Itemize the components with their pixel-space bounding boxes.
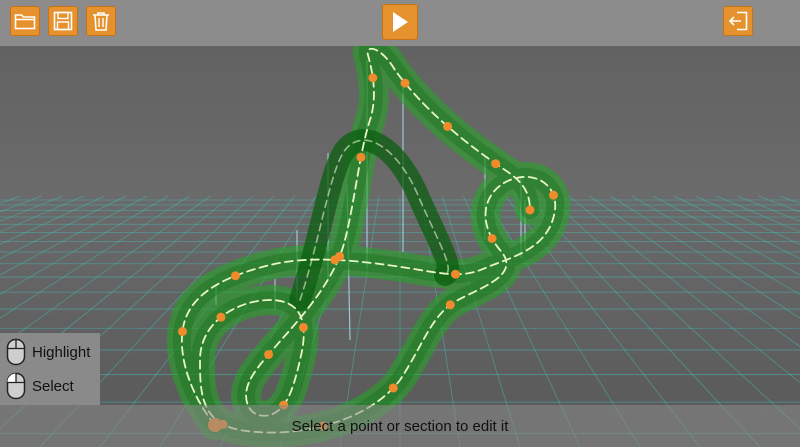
mouse-controls-legend: Highlight Select (0, 333, 100, 405)
control-point[interactable] (230, 271, 240, 281)
control-point[interactable] (451, 269, 461, 279)
trash-icon (93, 12, 109, 31)
control-point[interactable] (445, 300, 455, 310)
top-toolbar (0, 0, 800, 46)
control-point[interactable] (216, 312, 226, 322)
legend-select-label: Select (32, 377, 74, 395)
legend-highlight: Highlight (6, 337, 90, 367)
floppy-disk-icon (53, 11, 73, 31)
control-point[interactable] (487, 233, 497, 243)
delete-button[interactable] (86, 6, 116, 36)
control-point[interactable] (548, 190, 558, 200)
control-point[interactable] (356, 152, 366, 162)
play-icon (393, 12, 408, 32)
legend-highlight-label: Highlight (32, 343, 91, 361)
control-point[interactable] (525, 205, 535, 215)
open-folder-button[interactable] (10, 6, 40, 36)
control-point[interactable] (264, 349, 274, 359)
control-point[interactable] (443, 121, 453, 131)
exit-button[interactable] (723, 6, 753, 36)
control-point[interactable] (335, 251, 345, 261)
folder-icon (14, 14, 36, 30)
mouse-left-click-icon (6, 372, 26, 400)
control-point[interactable] (400, 78, 410, 88)
exit-icon (728, 11, 748, 31)
track-editor-viewport[interactable] (0, 0, 800, 447)
save-button[interactable] (48, 6, 78, 36)
control-point[interactable] (177, 327, 187, 337)
status-message: Select a point or section to edit it (291, 418, 509, 435)
control-point[interactable] (388, 383, 398, 393)
legend-select: Select (6, 371, 74, 401)
control-point[interactable] (491, 159, 501, 169)
play-button[interactable] (382, 4, 418, 40)
control-point[interactable] (368, 73, 378, 83)
mouse-move-icon (6, 338, 26, 366)
control-point[interactable] (298, 322, 308, 332)
